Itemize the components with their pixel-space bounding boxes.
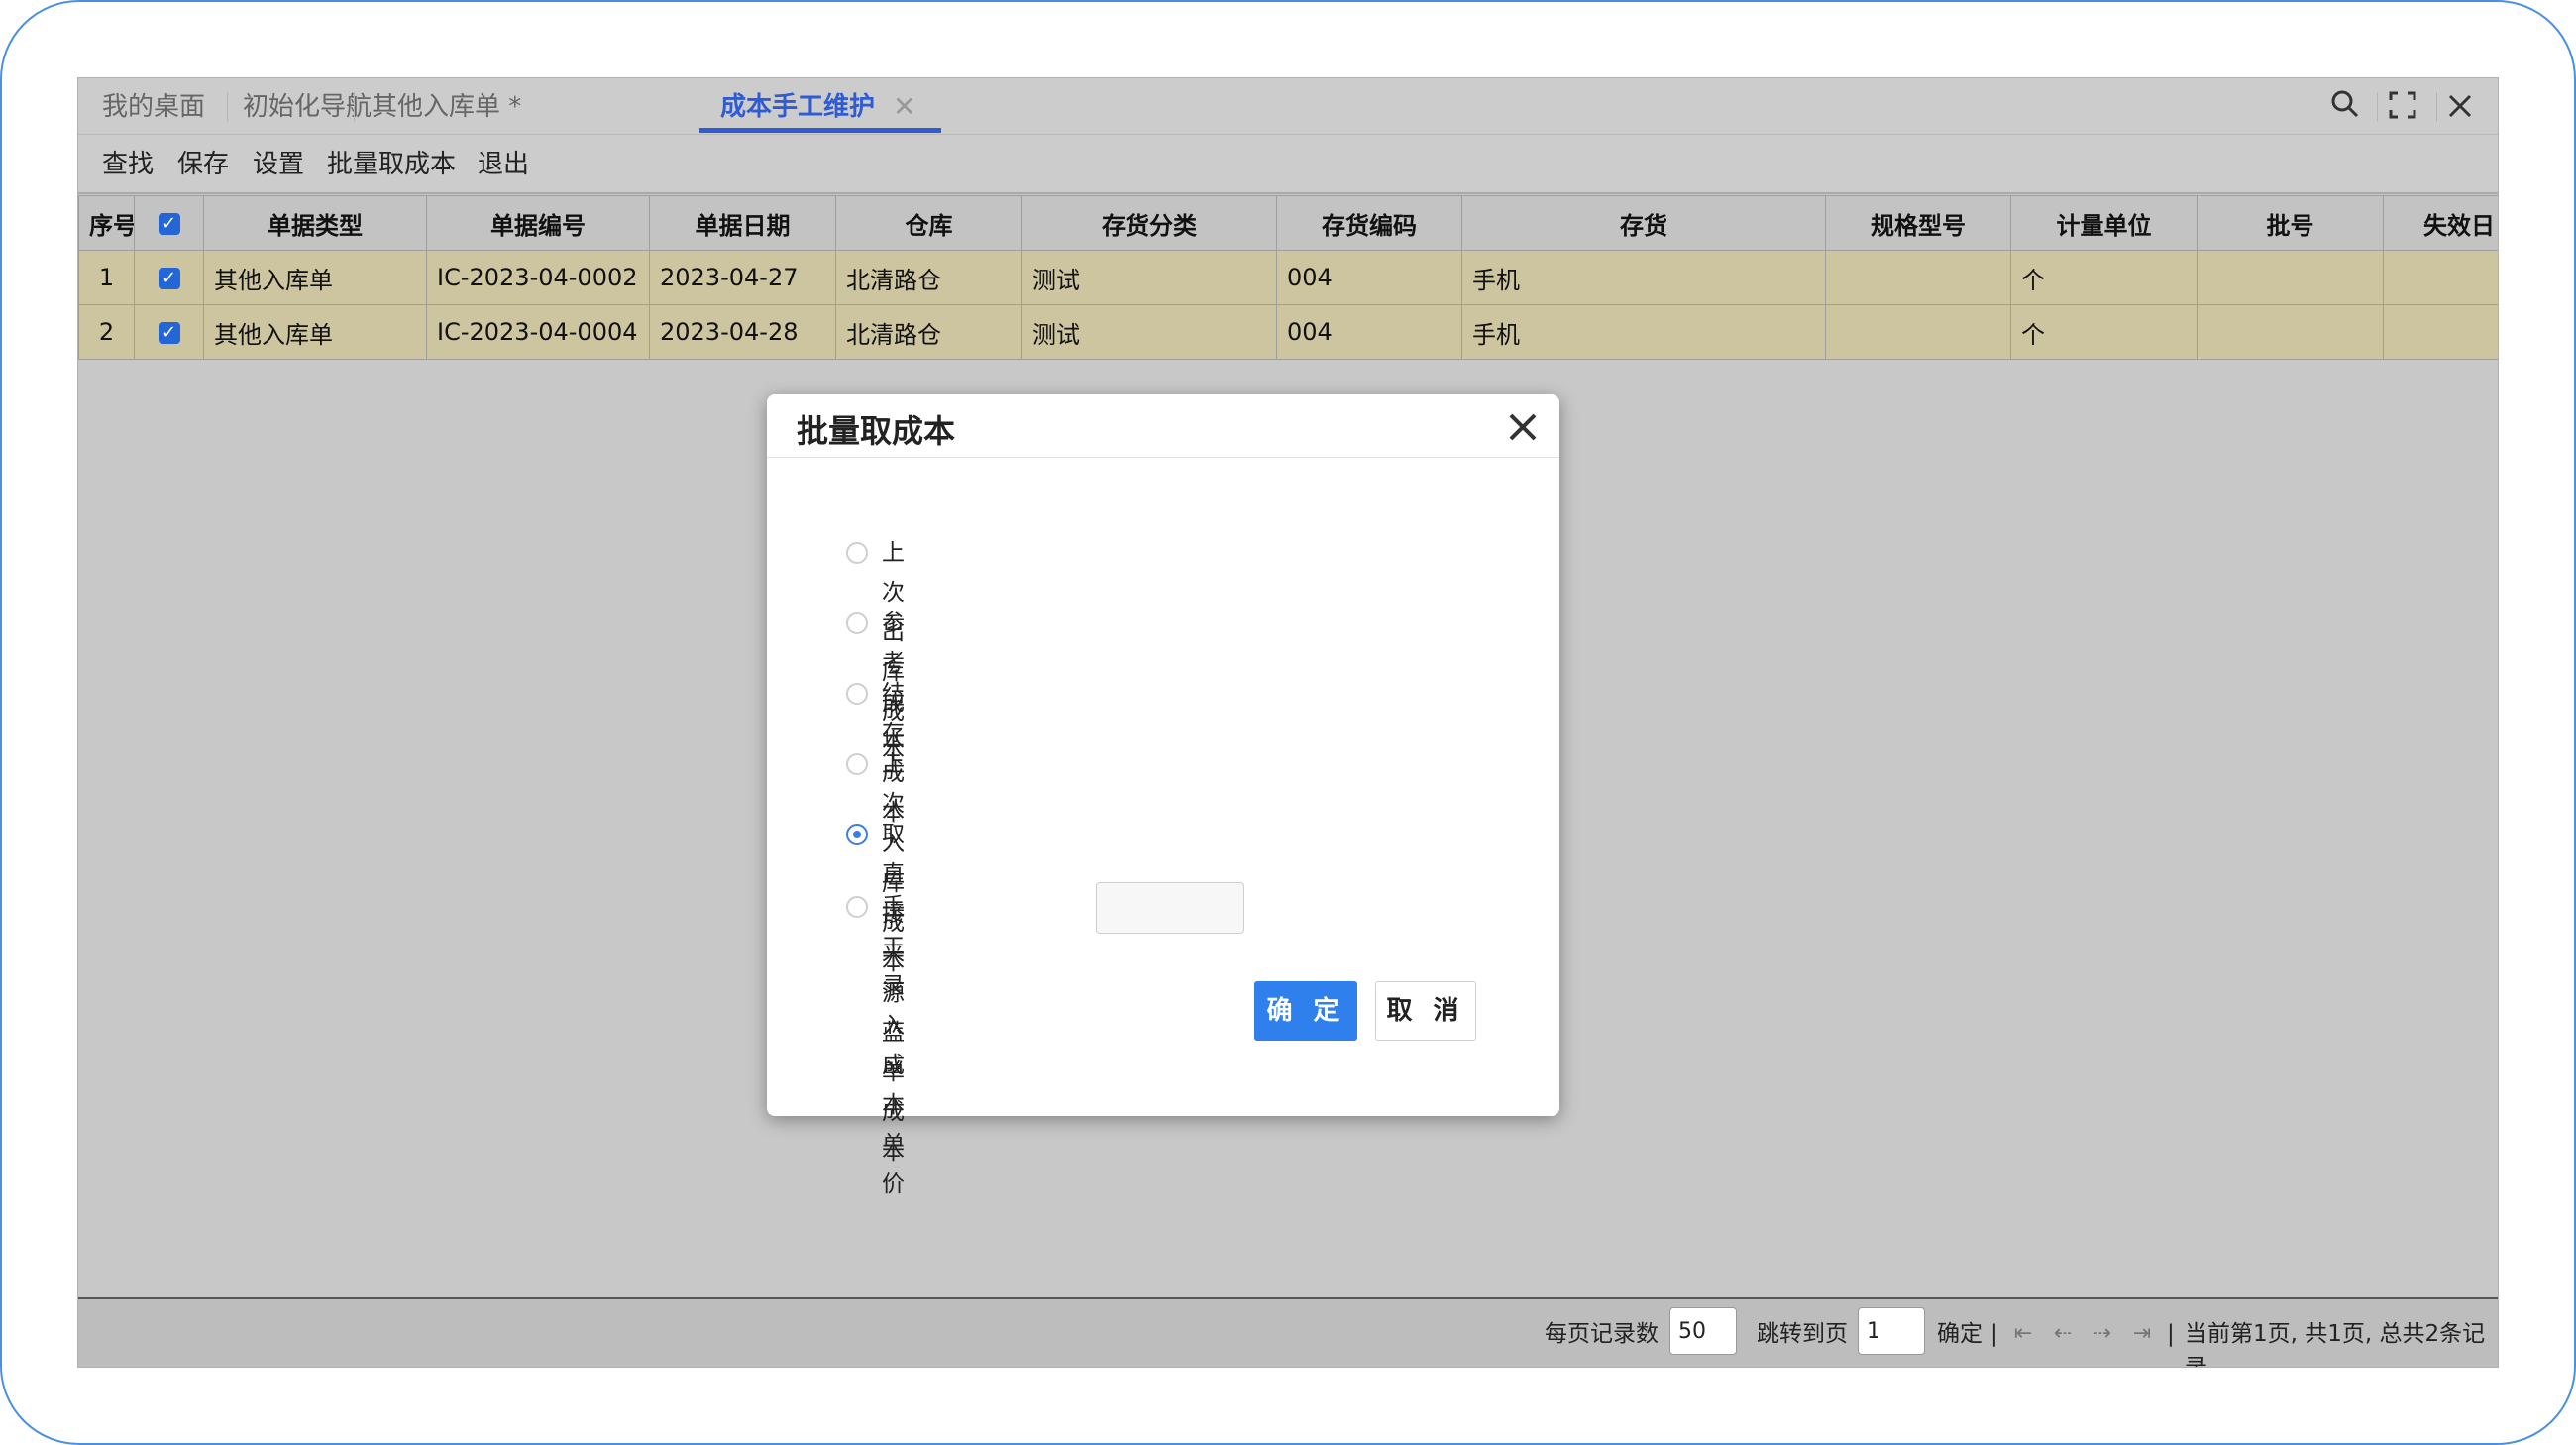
row-number: 1: [78, 250, 135, 305]
column-header[interactable]: 规格型号: [1825, 195, 2011, 251]
radio-button[interactable]: [846, 896, 868, 918]
radio-button[interactable]: [846, 542, 868, 564]
column-header[interactable]: 存货分类: [1021, 195, 1277, 251]
checkbox-checked-icon[interactable]: ✓: [158, 268, 180, 289]
dialog-close-icon[interactable]: [1498, 404, 1548, 454]
radio-button[interactable]: [846, 753, 868, 775]
cancel-button[interactable]: 取 消: [1375, 981, 1476, 1041]
cell-batch[interactable]: [2197, 304, 2384, 360]
cell-item-code[interactable]: 004: [1276, 304, 1462, 360]
cell-item[interactable]: 手机: [1461, 304, 1826, 360]
cell-spec[interactable]: [1825, 250, 2011, 305]
table-row[interactable]: 1 ✓ 其他入库单 IC-2023-04-0002 2023-04-27 北清路…: [78, 250, 2498, 305]
control-separator: [2377, 92, 2378, 122]
cell-unit[interactable]: 个: [2010, 250, 2198, 305]
toolbar: 查找 保存 设置 批量取成本 退出: [78, 135, 2498, 194]
last-page-icon[interactable]: ⇥: [2127, 1317, 2157, 1351]
cell-batch[interactable]: [2197, 250, 2384, 305]
batch-cost-dialog: 批量取成本 上次出库成本 参考成本 结存成本 上次入库成本 取直接来源蓝单成本 …: [767, 394, 1559, 1197]
radio-button[interactable]: [846, 683, 868, 705]
table-row[interactable]: 2 ✓ 其他入库单 IC-2023-04-0004 2023-04-28 北清路…: [78, 304, 2498, 360]
cell-expiry[interactable]: [2383, 304, 2498, 360]
dialog-divider: [767, 457, 1559, 458]
tab-separator: [227, 92, 228, 122]
row-checkbox[interactable]: ✓: [134, 304, 204, 360]
first-page-icon[interactable]: ⇤: [2008, 1317, 2038, 1351]
cell-date[interactable]: 2023-04-28: [649, 304, 836, 360]
cell-code[interactable]: IC-2023-04-0004: [426, 304, 650, 360]
column-header[interactable]: 批号: [2197, 195, 2384, 251]
column-header[interactable]: 单据编号: [426, 195, 650, 251]
tab-cost-maintenance[interactable]: 成本手工维护: [720, 86, 875, 128]
cell-category[interactable]: 测试: [1021, 304, 1277, 360]
app-window: 我的桌面 初始化导航 其他入库单 * 成本手工维护 ✕ 查找 保存 设置 批量取…: [77, 77, 2499, 1368]
jump-page-input[interactable]: 1: [1858, 1307, 1925, 1355]
row-checkbox[interactable]: ✓: [134, 250, 204, 305]
checkbox-checked-icon[interactable]: ✓: [158, 322, 180, 344]
control-separator: [2436, 92, 2437, 122]
cell-category[interactable]: 测试: [1021, 250, 1277, 305]
jump-to-page-label: 跳转到页: [1757, 1321, 1848, 1347]
close-icon[interactable]: [2438, 86, 2482, 130]
tab-my-desktop[interactable]: 我的桌面: [102, 86, 205, 128]
prev-page-icon[interactable]: ⇠: [2048, 1317, 2078, 1351]
column-header[interactable]: 计量单位: [2010, 195, 2198, 251]
search-icon[interactable]: [2323, 86, 2367, 130]
active-tab-indicator: [699, 128, 941, 133]
column-header[interactable]: 仓库: [835, 195, 1022, 251]
settings-button[interactable]: 设置: [253, 145, 304, 184]
column-header[interactable]: 序号: [78, 195, 135, 251]
cell-spec[interactable]: [1825, 304, 2011, 360]
find-button[interactable]: 查找: [102, 145, 154, 184]
cell-unit[interactable]: 个: [2010, 304, 2198, 360]
page-size-label: 每页记录数: [1545, 1321, 1659, 1347]
option-label: 手工录入成本单价: [882, 894, 905, 1197]
tab-bar: 我的桌面 初始化导航 其他入库单 * 成本手工维护 ✕: [78, 78, 2498, 135]
cell-type[interactable]: 其他入库单: [203, 250, 427, 305]
column-header[interactable]: 失效日: [2383, 195, 2498, 251]
pagination-status: 当前第1页, 共1页, 总共2条记录: [2185, 1321, 2486, 1368]
unit-cost-input[interactable]: [1096, 882, 1244, 934]
fullscreen-icon[interactable]: [2381, 86, 2424, 130]
confirm-button[interactable]: 确 定: [1254, 981, 1357, 1041]
save-button[interactable]: 保存: [177, 145, 229, 184]
data-table: 序号 ✓ 单据类型 单据编号 单据日期 仓库 存货分类 存货编码 存货 规格型号…: [78, 195, 2498, 360]
separator: |: [2167, 1321, 2175, 1347]
column-header[interactable]: 存货: [1461, 195, 1826, 251]
table-header-row: 序号 ✓ 单据类型 单据编号 单据日期 仓库 存货分类 存货编码 存货 规格型号…: [78, 195, 2498, 251]
tab-other-inbound[interactable]: 其他入库单 *: [372, 86, 521, 128]
column-header[interactable]: 存货编码: [1276, 195, 1462, 251]
dialog-title: 批量取成本: [797, 412, 956, 450]
cell-item[interactable]: 手机: [1461, 250, 1826, 305]
select-all-checkbox[interactable]: ✓: [134, 195, 204, 251]
radio-button-selected[interactable]: [846, 824, 868, 845]
cell-warehouse[interactable]: 北清路仓: [835, 304, 1022, 360]
cell-warehouse[interactable]: 北清路仓: [835, 250, 1022, 305]
exit-button[interactable]: 退出: [478, 145, 529, 184]
jump-confirm-button[interactable]: 确定: [1937, 1317, 1983, 1351]
next-page-icon[interactable]: ⇢: [2088, 1317, 2117, 1351]
tab-init-navigation[interactable]: 初始化导航: [243, 86, 372, 128]
separator: |: [1990, 1321, 1998, 1347]
column-header[interactable]: 单据类型: [203, 195, 427, 251]
radio-button[interactable]: [846, 612, 868, 634]
cell-expiry[interactable]: [2383, 250, 2498, 305]
pagination-bar: 每页记录数 50 跳转到页 1 确定 | ⇤ ⇠ ⇢ ⇥ | 当前第1页, 共1…: [78, 1297, 2498, 1368]
page-size-input[interactable]: 50: [1669, 1307, 1737, 1355]
tab-separator: [354, 92, 355, 122]
row-number: 2: [78, 304, 135, 360]
cell-code[interactable]: IC-2023-04-0002: [426, 250, 650, 305]
cell-item-code[interactable]: 004: [1276, 250, 1462, 305]
cell-type[interactable]: 其他入库单: [203, 304, 427, 360]
cell-date[interactable]: 2023-04-27: [649, 250, 836, 305]
checkbox-checked-icon[interactable]: ✓: [158, 213, 180, 235]
tab-close-icon[interactable]: ✕: [893, 86, 915, 128]
column-header[interactable]: 单据日期: [649, 195, 836, 251]
batch-cost-button[interactable]: 批量取成本: [327, 145, 456, 184]
